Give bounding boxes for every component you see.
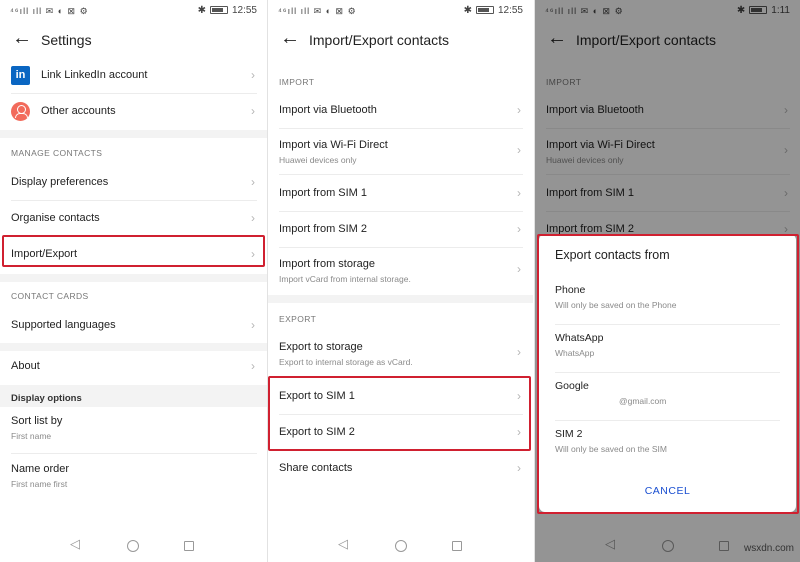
nav-back-icon[interactable]: ◁ [338,536,348,552]
organise-contacts-item[interactable]: Organise contacts › [11,201,257,237]
about-item[interactable]: About › [11,349,257,385]
linkedin-icon: in [11,66,30,85]
other-accounts-item[interactable]: Other accounts › [11,94,257,130]
chevron-right-icon: › [251,175,255,189]
bluetooth-icon: ✱ [197,5,206,16]
name-order-item[interactable]: Name order First name first [11,458,257,502]
import-sim2-item[interactable]: Import from SIM 2 › [279,212,523,248]
chevron-right-icon: › [517,143,521,157]
nav-back-icon[interactable]: ◁ [70,536,80,552]
chevron-right-icon: › [517,222,521,236]
nav-bar: ◁ [268,532,533,562]
highlight-box [2,235,265,267]
page-title: Import/Export contacts [309,32,450,48]
chevron-right-icon: › [517,345,521,359]
display-preferences-item[interactable]: Display preferences › [11,165,257,201]
status-time: 12:55 [497,5,523,16]
bluetooth-icon: ✱ [463,5,472,16]
chevron-right-icon: › [251,211,255,225]
nav-bar: ◁ [0,532,267,562]
import-sim1-item[interactable]: Import from SIM 1 › [279,176,523,212]
import-export-screen: ⁴⁶ıll ıll ✉ ◐ ⊠ ⚙ ✱ 12:55 ← Import/Export… [267,0,533,562]
supported-languages-item[interactable]: Supported languages › [11,308,257,344]
back-arrow-icon[interactable]: ← [280,27,300,50]
chevron-right-icon: › [251,359,255,373]
export-dialog-screen: ⁴⁶ıll ıll ✉ ◐ ⊠ ⚙ ✱ 1:11 ← Import/Export … [534,0,800,562]
chevron-right-icon: › [517,262,521,276]
import-bluetooth-item[interactable]: Import via Bluetooth › [279,93,523,129]
account-icon [11,102,30,121]
status-bar: ⁴⁶ıll ıll ✉ ◐ ⊠ ⚙ ✱ 12:55 [0,0,267,22]
chevron-right-icon: › [251,318,255,332]
status-icons: ⁴⁶ıll ıll ✉ ◐ ⊠ ⚙ [10,6,89,16]
status-time: 12:55 [231,5,257,16]
nav-recents-icon[interactable] [184,541,194,551]
chevron-right-icon: › [517,103,521,117]
section-import: IMPORT [279,77,315,87]
import-storage-item[interactable]: Import from storage Import vCard from in… [279,248,523,294]
status-bar: ⁴⁶ıll ıll ✉ ◐ ⊠ ⚙ ✱ 12:55 [268,0,533,22]
section-contact-cards: CONTACT CARDS [11,291,89,301]
watermark: wsxdn.com [743,543,794,554]
settings-screen: ⁴⁶ıll ıll ✉ ◐ ⊠ ⚙ ✱ 12:55 ← Settings in L… [0,0,267,562]
highlight-box [268,376,531,451]
section-export: EXPORT [279,314,317,324]
divider [0,130,267,138]
chevron-right-icon: › [517,461,521,475]
highlight-box [537,234,799,514]
display-options-heading: Display options [11,393,82,404]
status-icons: ⁴⁶ıll ıll ✉ ◐ ⊠ ⚙ [278,6,357,16]
battery-icon [475,6,494,14]
chevron-right-icon: › [517,186,521,200]
export-storage-item[interactable]: Export to storage Export to internal sto… [279,331,523,377]
nav-home-icon[interactable] [395,540,407,552]
import-wifi-direct-item[interactable]: Import via Wi-Fi Direct Huawei devices o… [279,129,523,175]
share-contacts-item[interactable]: Share contacts › [279,451,523,487]
linkedin-account-item[interactable]: in Link LinkedIn account › [11,58,257,94]
divider [0,274,267,282]
back-arrow-icon[interactable]: ← [12,27,32,50]
sort-list-item[interactable]: Sort list by First name [11,410,257,454]
page-title: Settings [41,32,92,48]
divider [268,295,533,303]
chevron-right-icon: › [251,68,255,82]
section-manage-contacts: MANAGE CONTACTS [11,148,103,158]
nav-recents-icon[interactable] [452,541,462,551]
nav-home-icon[interactable] [127,540,139,552]
battery-icon [209,6,228,14]
chevron-right-icon: › [251,104,255,118]
